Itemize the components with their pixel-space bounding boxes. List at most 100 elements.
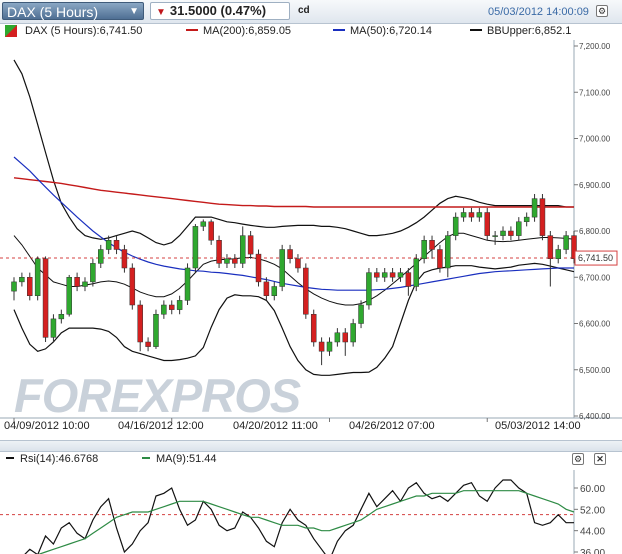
rsi-ma-line (37, 490, 575, 554)
candle-body (295, 258, 301, 269)
watermark-logo: FOREXPROS (14, 369, 301, 422)
settings-icon[interactable]: ⚙ (596, 5, 608, 17)
rsi-chart[interactable]: 60.00 52.00 44.00 36.00 (0, 470, 622, 554)
price-change-box: ▼ 31.5000 (0.47%) (150, 2, 290, 20)
candle-body (429, 240, 435, 250)
candle-body (105, 240, 112, 250)
legend-dax: DAX (5 Hours):6,741.50 (25, 25, 143, 37)
candle-body (303, 267, 309, 315)
rsi-ma-swatch (142, 457, 150, 460)
y-tick-label: 7,100.00 (579, 88, 611, 97)
candle-body (200, 221, 207, 227)
candle-body (358, 304, 364, 324)
candle-body (263, 281, 270, 296)
candle-body (50, 318, 57, 338)
candle-body (555, 249, 561, 259)
candle-body (216, 240, 222, 264)
y-tick-label: 6,500.00 (579, 366, 611, 375)
candle-body (279, 249, 285, 287)
candle-body (468, 212, 475, 218)
candle-body (397, 272, 404, 278)
candle-body (82, 281, 88, 287)
timestamp: 05/03/2012 14:00:09 (488, 6, 589, 18)
y-tick-label: 7,000.00 (579, 135, 611, 144)
candle-body (421, 240, 427, 259)
candle-body (113, 240, 120, 250)
legend-ma200-label: MA(200):6,859.05 (203, 25, 292, 37)
legend-bb: BBUpper:6,852.1 (470, 25, 571, 37)
chart-legend: DAX (5 Hours):6,741.50 MA(200):6,859.05 … (0, 23, 622, 40)
candle-body (168, 304, 175, 310)
y-tick-label: 6,800.00 (579, 227, 611, 236)
last-price-label: 6,741.50 (578, 253, 613, 263)
candle-body (516, 221, 522, 236)
candle-body (484, 212, 490, 236)
candle-body (460, 212, 467, 218)
candle-body (208, 221, 214, 241)
settings-icon[interactable]: ⚙ (572, 453, 584, 465)
candle-body (184, 267, 191, 301)
candle-body (271, 286, 278, 296)
rsi-swatch (6, 457, 14, 460)
candle-body (239, 235, 246, 264)
candle-body (58, 314, 65, 320)
rsi-y-tick-label: 36.00 (580, 548, 605, 554)
symbol-selector[interactable]: DAX (5 Hours) ▼ (2, 2, 144, 20)
candle-body (255, 253, 262, 283)
legend-rsi-label: Rsi(14):46.6768 (20, 453, 99, 465)
bb-swatch (470, 29, 482, 32)
y-tick-label: 6,700.00 (579, 273, 611, 282)
candle-body (310, 314, 317, 343)
x-tick-label: 04/09/2012 10:00 (4, 420, 90, 432)
close-icon[interactable]: ✕ (594, 453, 606, 465)
candle-body (437, 249, 443, 269)
price-change: 31.5000 (0.47%) (169, 3, 267, 18)
legend-ma50: MA(50):6,720.14 (333, 25, 432, 37)
y-tick-label: 7,200.00 (579, 42, 611, 51)
rsi-y-tick-label: 52.00 (580, 505, 605, 516)
rsi-y-tick-label: 44.00 (580, 527, 605, 538)
candle-body (389, 272, 396, 278)
candle-body (27, 277, 33, 296)
rsi-y-tick-label: 60.00 (580, 484, 605, 495)
candle-body (492, 235, 498, 237)
x-tick-label: 04/26/2012 07:00 (349, 420, 435, 432)
candle-body (445, 235, 451, 269)
candle-body (34, 258, 41, 296)
candle-body (405, 272, 412, 287)
candle-body (374, 272, 380, 278)
candle-body (350, 323, 356, 343)
chart-type-icon[interactable] (5, 25, 17, 37)
candle-body (452, 216, 459, 236)
candle-body (137, 304, 143, 343)
candle-body (366, 272, 372, 306)
candle-body (176, 300, 183, 310)
candle-body (145, 341, 151, 347)
chevron-down-icon[interactable]: ▼ (129, 3, 139, 21)
candle-body (547, 235, 554, 259)
candle-body (500, 230, 506, 236)
legend-rsi-ma-label: MA(9):51.44 (156, 453, 217, 465)
cd-label: cd (298, 5, 310, 16)
legend-rsi-ma: MA(9):51.44 (142, 453, 217, 465)
y-tick-label: 6,600.00 (579, 320, 611, 329)
y-tick-label: 6,400.00 (579, 412, 611, 421)
down-arrow-icon: ▼ (156, 7, 166, 18)
x-tick-label: 05/03/2012 14:00 (495, 420, 581, 432)
ma200-swatch (186, 29, 198, 32)
candle-body (224, 258, 230, 264)
candle-body (523, 216, 530, 222)
ma50-swatch (333, 29, 345, 32)
candle-body (121, 249, 128, 269)
candle-body (98, 249, 104, 264)
candle-body (539, 198, 546, 236)
candle-body (90, 263, 96, 283)
legend-ma50-label: MA(50):6,720.14 (350, 25, 432, 37)
candle-body (74, 277, 80, 287)
candle-body (192, 226, 199, 269)
candle-body (563, 235, 569, 250)
candle-body (326, 341, 333, 352)
legend-ma200: MA(200):6,859.05 (186, 25, 291, 37)
candle-body (531, 198, 538, 218)
candle-body (129, 267, 136, 306)
